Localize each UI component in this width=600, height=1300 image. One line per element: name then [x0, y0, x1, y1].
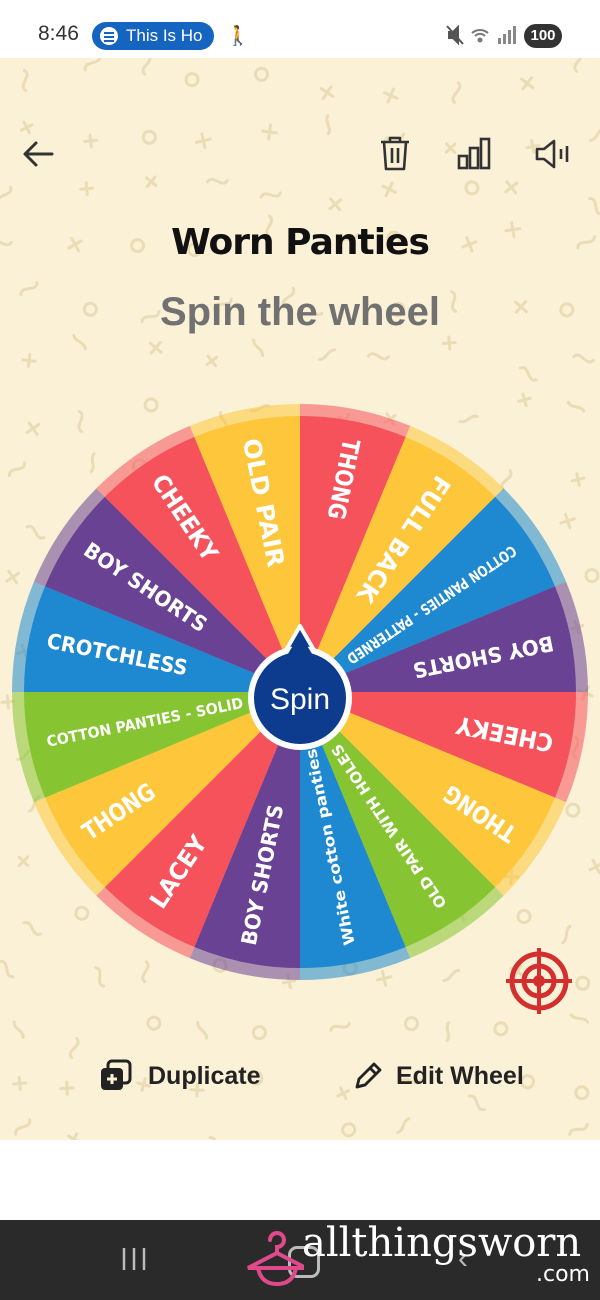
- duplicate-icon: [101, 1059, 132, 1090]
- doodle-mark: [148, 340, 163, 355]
- doodle-mark: [518, 366, 538, 382]
- doodle-mark: [196, 1020, 208, 1040]
- duplicate-button[interactable]: Duplicate: [98, 1054, 261, 1098]
- doodle-mark: [261, 123, 279, 141]
- spotify-icon: [100, 27, 118, 45]
- watermark-brand: allthingsworn: [302, 1220, 582, 1266]
- wheel-title: Worn Panties: [171, 222, 430, 263]
- target-button[interactable]: [504, 946, 574, 1021]
- doodle-mark: [464, 180, 480, 196]
- doodle-mark: [19, 120, 34, 135]
- duplicate-label: Duplicate: [148, 1061, 261, 1090]
- doodle-mark: [367, 352, 391, 361]
- doodle-mark: [329, 1021, 351, 1032]
- trash-icon: [381, 136, 409, 171]
- edit-wheel-button[interactable]: Edit Wheel: [352, 1054, 524, 1098]
- recents-icon: [122, 1248, 146, 1270]
- doodle-mark: [79, 181, 95, 197]
- doodle-mark: [445, 1021, 451, 1043]
- doodle-mark: [251, 1025, 267, 1041]
- spin-wheel[interactable]: THONG FULL BACK COTTON PANTIES - PATTERNED…: [10, 402, 590, 982]
- doodle-mark: [21, 69, 29, 93]
- doodle-mark: [67, 1132, 81, 1140]
- status-bar: 8:46 This Is Ho 🚶 100: [0, 0, 600, 58]
- doodle-mark: [68, 1036, 80, 1060]
- doodle-mark: [336, 1086, 351, 1101]
- status-time: 8:46: [38, 22, 79, 45]
- wheel-screen: Worn Panties Spin the wheel THONG FULL BA…: [0, 58, 600, 1140]
- doodle-mark: [441, 335, 457, 351]
- sound-button[interactable]: [534, 138, 574, 175]
- watermark-tld: .com: [536, 1262, 590, 1287]
- walking-icon: 🚶: [226, 26, 250, 47]
- doodle-mark: [259, 191, 283, 199]
- hanger-logo-icon: [247, 1231, 304, 1287]
- doodle-mark: [195, 132, 212, 150]
- doodle-mark: [588, 127, 600, 142]
- doodle-mark: [145, 175, 158, 188]
- edit-wheel-label: Edit Wheel: [396, 1061, 524, 1090]
- doodle-mark: [21, 353, 37, 369]
- doodle-mark: [520, 76, 535, 91]
- doodle-mark: [451, 81, 462, 104]
- doodle-mark: [146, 1015, 162, 1031]
- spin-label: Spin: [270, 683, 330, 716]
- doodle-mark: [83, 58, 102, 72]
- doodle-mark: [12, 1076, 28, 1091]
- doodle-mark: [381, 181, 397, 198]
- back-button[interactable]: [20, 136, 56, 177]
- doodle-mark: [252, 338, 265, 358]
- doodle-mark: [325, 114, 331, 136]
- media-pill[interactable]: This Is Ho: [92, 22, 214, 50]
- doodle-mark: [588, 197, 600, 216]
- mute-icon: [446, 24, 464, 46]
- watermark: allthingsworn .com: [240, 1218, 600, 1300]
- doodle-mark: [319, 85, 335, 100]
- doodle-mark: [205, 354, 219, 368]
- battery-indicator: 100: [524, 24, 562, 48]
- wheel-graphic[interactable]: THONGFULL BACKCOTTON PANTIES - PATTERNED…: [10, 402, 590, 982]
- doodle-mark: [14, 1118, 32, 1136]
- doodle-mark: [318, 348, 337, 361]
- doodle-mark: [573, 58, 583, 73]
- doodle-mark: [588, 858, 600, 875]
- media-pill-label: This Is Ho: [126, 26, 203, 45]
- doodle-mark: [504, 180, 519, 195]
- stats-button[interactable]: [456, 136, 492, 175]
- signal-icons: [446, 24, 516, 51]
- speaker-icon: [535, 139, 569, 169]
- doodle-mark: [493, 1021, 509, 1037]
- cell-signal-icon: [498, 26, 516, 44]
- recents-button[interactable]: [120, 1246, 148, 1277]
- delete-button[interactable]: [378, 134, 412, 177]
- doodle-mark: [254, 66, 269, 82]
- doodle-mark: [341, 1122, 357, 1138]
- doodle-mark: [568, 1123, 589, 1136]
- target-icon: [506, 948, 572, 1014]
- doodle-mark: [382, 87, 399, 104]
- doodle-mark: [12, 1020, 25, 1040]
- doodle-mark: [404, 1016, 419, 1032]
- wifi-icon: [471, 29, 489, 43]
- doodle-mark: [83, 133, 99, 149]
- arrow-left-icon: [23, 141, 54, 167]
- ad-space: [0, 1140, 600, 1220]
- doodle-mark: [572, 353, 595, 364]
- doodle-mark: [205, 177, 229, 185]
- doodle-mark: [184, 72, 200, 88]
- doodle-mark: [574, 1085, 590, 1101]
- wheel-subtitle: Spin the wheel: [159, 290, 441, 334]
- doodle-mark: [396, 1117, 411, 1135]
- doodle-mark: [141, 58, 152, 76]
- doodle-mark: [141, 129, 157, 145]
- doodle-mark: [0, 185, 13, 205]
- pencil-icon: [355, 1062, 382, 1089]
- doodle-mark: [59, 1080, 75, 1096]
- doodle-mark: [72, 333, 87, 351]
- doodle-mark: [328, 197, 343, 212]
- bar-chart-icon: [457, 137, 491, 170]
